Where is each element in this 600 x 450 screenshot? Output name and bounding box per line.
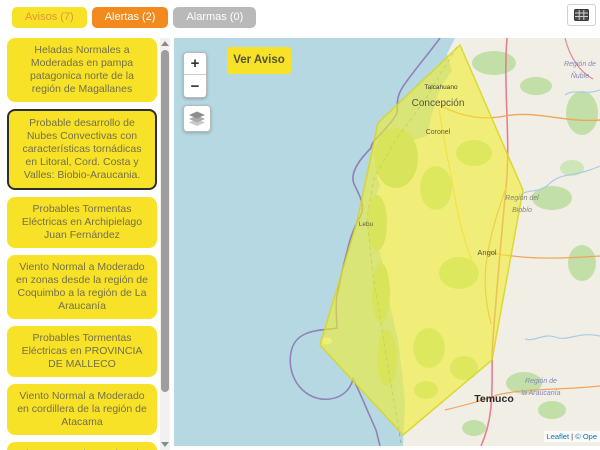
sidebar-scrollbar[interactable] <box>160 38 170 450</box>
region-label-nuble-2: Ñuble <box>571 71 589 80</box>
layers-icon <box>188 111 206 126</box>
alert-list-item[interactable]: Probables Tormentas Eléctricas en Archip… <box>7 197 157 248</box>
layers-button[interactable] <box>183 105 211 132</box>
city-label-talcahuano: Talcahuano <box>424 84 458 91</box>
alert-list-item[interactable]: Viento Normal a Moderado en zonas desde … <box>7 255 157 319</box>
ver-aviso-button[interactable]: Ver Aviso <box>227 47 291 74</box>
city-label-lebu: Lebu <box>359 221 374 228</box>
alert-list-item-selected[interactable]: Probable desarrollo de Nubes Convectivas… <box>7 109 157 190</box>
alert-list-item[interactable]: Probables Tormentas Eléctricas en PROVIN… <box>7 326 157 377</box>
region-label-biobio-1: Región del <box>505 195 539 202</box>
table-grid-icon <box>574 9 589 21</box>
map-attribution: Leaflet | © Ope <box>544 431 600 442</box>
scrollbar-thumb[interactable] <box>161 50 169 392</box>
region-label-araucania-2: la Araucanía <box>521 390 560 397</box>
city-label-concepcion: Concepción <box>412 98 465 109</box>
alert-type-tabs: Avisos (7) Alertas (2) Alarmas (0) <box>12 7 256 28</box>
city-label-temuco: Temuco <box>474 393 513 405</box>
alert-list-item[interactable]: Viento Normal a Moderado en cordillera d… <box>7 384 157 435</box>
map-canvas[interactable]: Talcahuano Concepción Coronel Lebu Angol… <box>174 38 600 446</box>
basemap-tiles: Talcahuano Concepción Coronel Lebu Angol… <box>174 38 600 446</box>
alert-list-item[interactable]: Heladas Normales a Moderadas en pampa pa… <box>7 38 157 102</box>
map-zoom-control: + − <box>183 52 207 98</box>
alert-list: Heladas Normales a Moderadas en pampa pa… <box>5 38 159 450</box>
alert-list-item[interactable]: Viento Normal a Moderado en <box>7 442 157 450</box>
zoom-out-button[interactable]: − <box>184 75 206 97</box>
tab-avisos[interactable]: Avisos (7) <box>12 7 87 28</box>
tab-alarmas[interactable]: Alarmas (0) <box>173 7 256 28</box>
region-label-araucania-1: Región de <box>525 378 557 385</box>
region-label-nuble-1: Región de <box>564 61 596 68</box>
tab-alertas[interactable]: Alertas (2) <box>92 7 169 28</box>
city-label-coronel: Coronel <box>426 129 451 136</box>
scroll-down-arrow-icon[interactable] <box>161 442 169 447</box>
leaflet-link[interactable]: Leaflet <box>547 432 570 441</box>
zoom-in-button[interactable]: + <box>184 53 206 75</box>
city-label-angol: Angol <box>477 248 497 257</box>
bottom-margin <box>174 446 600 450</box>
weather-alert-app: Avisos (7) Alertas (2) Alarmas (0) Helad… <box>0 0 600 450</box>
region-label-biobio-2: Biobío <box>512 207 532 214</box>
scroll-up-arrow-icon[interactable] <box>161 41 169 46</box>
table-view-button[interactable] <box>567 4 596 26</box>
osm-link[interactable]: © Ope <box>575 432 597 441</box>
